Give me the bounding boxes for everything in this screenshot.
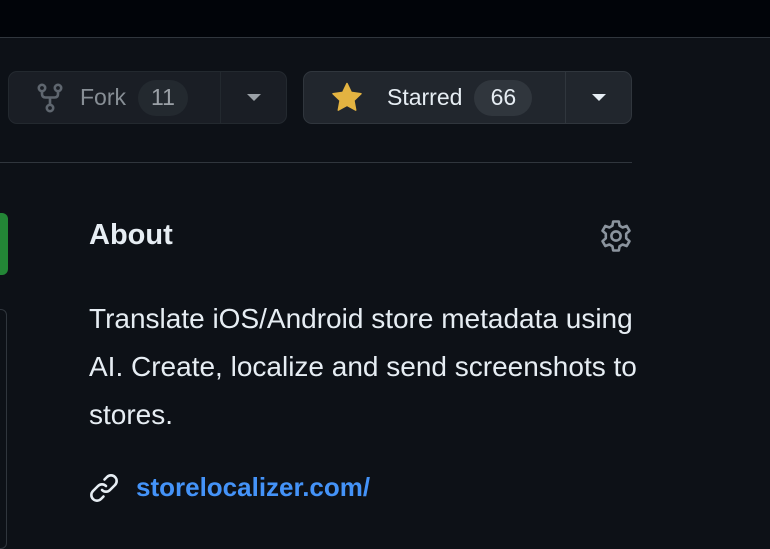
star-count: 66 [474, 79, 533, 116]
starred-label: Starred [387, 84, 463, 110]
website-row: storelocalizer.com/ [89, 472, 370, 503]
starred-button[interactable]: Starred 66 [304, 72, 565, 123]
about-heading: About [89, 219, 173, 251]
fork-button[interactable]: Fork 11 [9, 72, 220, 123]
fork-label: Fork [80, 84, 126, 110]
star-fill-icon [332, 82, 362, 111]
gear-icon[interactable] [599, 219, 633, 253]
star-dropdown-button[interactable] [565, 72, 631, 123]
chevron-down-icon [246, 94, 261, 101]
repo-forked-icon [37, 82, 63, 112]
header-divider [0, 162, 632, 163]
star-button-group: Starred 66 [303, 71, 632, 124]
about-description: Translate iOS/Android store metadata usi… [89, 303, 637, 430]
top-header-bar [0, 0, 770, 38]
code-button-edge[interactable] [0, 213, 8, 275]
chevron-down-icon [591, 94, 606, 101]
file-list-edge [0, 309, 7, 549]
link-icon [90, 473, 118, 502]
website-link[interactable]: storelocalizer.com/ [136, 472, 370, 503]
fork-dropdown-button[interactable] [220, 72, 286, 123]
fork-count: 11 [138, 79, 188, 116]
fork-button-group: Fork 11 [8, 71, 287, 124]
